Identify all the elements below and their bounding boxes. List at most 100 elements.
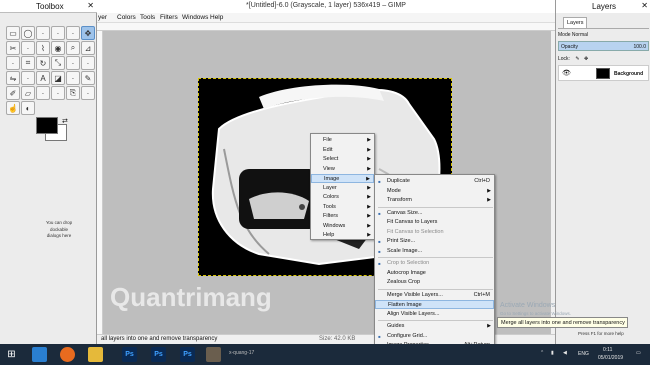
ink-icon[interactable]: · xyxy=(51,86,65,100)
heal-icon[interactable]: · xyxy=(81,86,95,100)
menu-item-mode[interactable]: Mode ▶ xyxy=(375,187,494,196)
menu-help[interactable]: Help xyxy=(210,14,223,21)
fuzzy-select-icon[interactable]: · xyxy=(51,26,65,40)
menu-item-filters[interactable]: Filters ▶ xyxy=(311,212,374,221)
shear-icon[interactable]: · xyxy=(66,56,80,70)
close-icon[interactable]: ✕ xyxy=(87,1,94,10)
dodge-icon[interactable]: ◐ xyxy=(21,101,35,115)
menu-item-layer[interactable]: Layer ▶ xyxy=(311,184,374,193)
zoom-icon[interactable]: ⌕ xyxy=(66,41,80,55)
volume-icon[interactable]: ◀ xyxy=(563,350,567,356)
flip-icon[interactable]: ⇋ xyxy=(6,71,20,85)
network-icon[interactable]: ▮ xyxy=(551,350,554,356)
photoshop-icon[interactable]: Ps xyxy=(151,347,166,362)
tray-arrow-icon[interactable]: ⌃ xyxy=(540,350,544,356)
tooltip-text: Merge all layers into one and remove tra… xyxy=(501,320,625,326)
menu-item-configure-grid[interactable]: ■ Configure Grid... xyxy=(375,332,494,341)
menu-item-edit[interactable]: Edit ▶ xyxy=(311,146,374,155)
clock-date[interactable]: 05/01/2019 xyxy=(598,355,623,361)
scissors-icon[interactable]: ✂ xyxy=(6,41,20,55)
eraser-icon[interactable]: ▱ xyxy=(21,86,35,100)
perspective-icon[interactable]: · xyxy=(81,56,95,70)
move-icon[interactable]: ✥ xyxy=(81,26,95,40)
menu-item-flatten-image[interactable]: Flatten Image xyxy=(375,300,494,309)
menu-item-image[interactable]: Image ▶ xyxy=(311,174,374,183)
watermark-brand: Quantrimang xyxy=(110,282,272,312)
menu-item-fit-canvas-to-selection[interactable]: Fit Canvas to Selection xyxy=(375,228,494,237)
tab-layers[interactable]: Layers xyxy=(563,17,587,28)
explorer-icon[interactable] xyxy=(88,347,103,362)
menu-item-scale-image[interactable]: ■ Scale Image... xyxy=(375,247,494,256)
close-icon[interactable]: ✕ xyxy=(641,1,648,10)
paintbrush-icon[interactable]: ✐ xyxy=(6,86,20,100)
notification-icon[interactable]: ▭ xyxy=(636,350,641,356)
menu-item-colors[interactable]: Colors ▶ xyxy=(311,193,374,202)
menu-item-transform[interactable]: Transform ▶ xyxy=(375,196,494,205)
menu-item-duplicate[interactable]: ■ Duplicate Ctrl+D xyxy=(375,177,494,186)
measure-icon[interactable]: ⊿ xyxy=(81,41,95,55)
eye-icon[interactable]: 👁 xyxy=(562,69,571,77)
menu-item-guides[interactable]: Guides ▶ xyxy=(375,322,494,331)
text-icon[interactable]: A xyxy=(36,71,50,85)
mode-row[interactable]: Mode Normal xyxy=(558,32,588,38)
align-icon[interactable]: · xyxy=(6,56,20,70)
free-select-icon[interactable]: · xyxy=(36,26,50,40)
pencil-icon[interactable]: ✎ xyxy=(81,71,95,85)
menu-windows[interactable]: Windows xyxy=(182,14,208,21)
start-icon[interactable]: ⊞ xyxy=(4,347,19,362)
menu-item-label: Print Size... xyxy=(387,238,416,244)
status-message: all layers into one and remove transpare… xyxy=(101,336,218,342)
menu-item-file[interactable]: File ▶ xyxy=(311,136,374,145)
menu-item-autocrop-image[interactable]: Autocrop Image xyxy=(375,269,494,278)
smudge-icon[interactable]: ☝ xyxy=(6,101,20,115)
rect-select-icon[interactable]: ▭ xyxy=(6,26,20,40)
clock-time[interactable]: 0:11 xyxy=(603,347,612,353)
paths-icon[interactable]: ⌇ xyxy=(36,41,50,55)
lock-position-icon[interactable]: ✥ xyxy=(584,56,588,62)
menu-colors[interactable]: Colors xyxy=(117,14,136,21)
tooltip: Merge all layers into one and remove tra… xyxy=(497,317,628,328)
menu-item-view[interactable]: View ▶ xyxy=(311,165,374,174)
menu-tools[interactable]: Tools xyxy=(140,14,155,21)
airbrush-icon[interactable]: · xyxy=(36,86,50,100)
opacity-slider[interactable]: Opacity 100.0 xyxy=(558,41,649,51)
menu-item-zealous-crop[interactable]: Zealous Crop xyxy=(375,278,494,287)
toolbox-panel: Toolbox ✕ ▭ ◯ · · · ✥ ✂ · ⌇ ◉ ⌕ ⊿ · ⌗ ↻ ⤡ · · ⇋ · A ◪ · ✎ ✐ ▱ · · ⎘ ·… xyxy=(0,0,97,344)
foreground-select-icon[interactable]: · xyxy=(21,41,35,55)
menu-item-print-size[interactable]: ■ Print Size... xyxy=(375,237,494,246)
lock-pixels-icon[interactable]: ✎ xyxy=(575,56,579,62)
menu-filters[interactable]: Filters xyxy=(160,14,178,21)
layer-row[interactable]: 👁 Background xyxy=(558,65,649,81)
foreground-color-front[interactable] xyxy=(36,117,58,134)
menu-item-windows[interactable]: Windows ▶ xyxy=(311,222,374,231)
cage-icon[interactable]: · xyxy=(21,71,35,85)
menu-item-canvas-size[interactable]: ■ Canvas Size... xyxy=(375,209,494,218)
blend-icon[interactable]: · xyxy=(66,71,80,85)
gimp-icon[interactable] xyxy=(206,347,221,362)
menu-layer[interactable]: yer xyxy=(98,14,107,21)
submenu-arrow-icon: ▶ xyxy=(487,323,491,329)
language-indicator[interactable]: ENG xyxy=(578,351,589,357)
mode-value[interactable]: Normal xyxy=(572,32,588,38)
menu-item-label: Edit xyxy=(323,146,333,153)
clone-icon[interactable]: ⎘ xyxy=(66,86,80,100)
menu-item-align-visible-layers[interactable]: Align Visible Layers... xyxy=(375,310,494,319)
menu-item-crop-to-selection[interactable]: ■ Crop to Selection xyxy=(375,259,494,268)
photoshop-icon[interactable]: Ps xyxy=(122,347,137,362)
color-picker-icon[interactable]: ◉ xyxy=(51,41,65,55)
menu-item-help[interactable]: Help ▶ xyxy=(311,231,374,240)
firefox-icon[interactable] xyxy=(60,347,75,362)
ie-icon[interactable] xyxy=(32,347,47,362)
menu-item-fit-canvas-to-layers[interactable]: Fit Canvas to Layers xyxy=(375,218,494,227)
bucket-fill-icon[interactable]: ◪ xyxy=(51,71,65,85)
menu-item-select[interactable]: Select ▶ xyxy=(311,155,374,164)
color-select-icon[interactable]: · xyxy=(66,26,80,40)
scale-icon[interactable]: ⤡ xyxy=(51,56,65,70)
crop-icon[interactable]: ⌗ xyxy=(21,56,35,70)
menu-item-tools[interactable]: Tools ▶ xyxy=(311,203,374,212)
rotate-icon[interactable]: ↻ xyxy=(36,56,50,70)
ellipse-select-icon[interactable]: ◯ xyxy=(21,26,35,40)
photoshop-icon[interactable]: Ps xyxy=(180,347,195,362)
swap-colors-icon[interactable]: ⇄ xyxy=(62,117,68,125)
menu-item-merge-visible-layers[interactable]: Merge Visible Layers... Ctrl+M xyxy=(375,291,494,300)
